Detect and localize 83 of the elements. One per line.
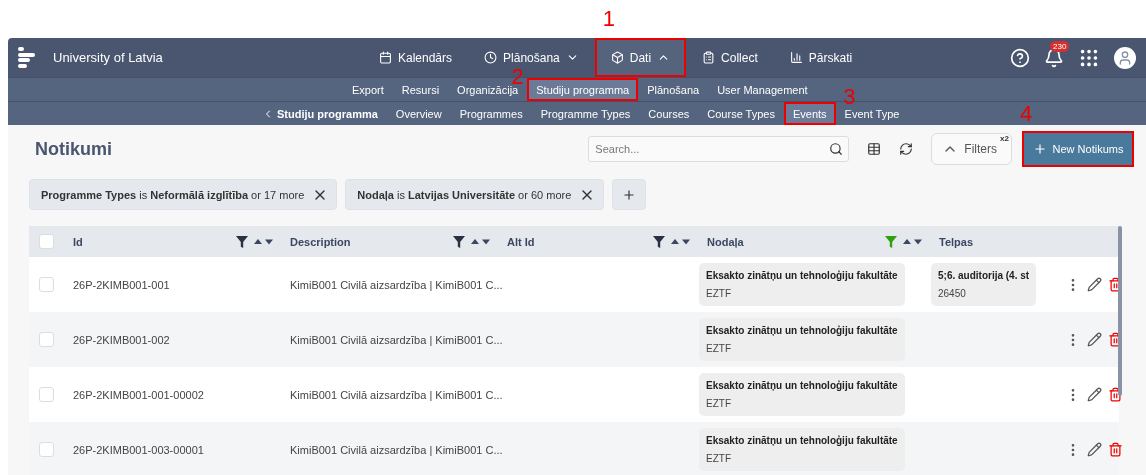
refresh-icon[interactable] — [899, 142, 914, 156]
filter-icon[interactable] — [236, 235, 248, 248]
tag-title: Eksakto zinātņu un tehnoloģiju fakultāte — [706, 325, 898, 336]
subnav-tab[interactable]: Plānošana — [638, 78, 709, 101]
nav-menu-item[interactable]: Dati — [594, 38, 687, 77]
nav-menu-item[interactable]: Kalendārs — [363, 38, 469, 77]
filter-chip[interactable]: Programme Types is Neformālā izglītība or 17 more — [29, 179, 338, 210]
section-tab[interactable]: Events — [783, 102, 836, 125]
subnav-tab[interactable]: Resursi — [392, 78, 449, 101]
user-avatar[interactable] — [1114, 46, 1136, 69]
calendar-icon — [379, 51, 392, 64]
column-header: Telpas — [939, 235, 975, 248]
sort-icon[interactable] — [471, 238, 491, 245]
filter-chip-text: Programme Types is Neformālā izglītība or 17 more — [41, 188, 305, 201]
nav-menu-item[interactable]: Collect — [686, 38, 774, 77]
filters-button[interactable]: Filters x2 — [931, 133, 1012, 165]
search-icon[interactable] — [829, 142, 844, 156]
row-checkbox[interactable] — [39, 387, 54, 402]
column-header: Id — [73, 235, 84, 248]
subnav-tab[interactable]: Export — [343, 78, 393, 101]
add-filter-button[interactable] — [612, 179, 647, 210]
callout-number: 2 — [511, 66, 524, 88]
column-header: Alt Id — [507, 235, 536, 248]
section-tab[interactable]: Programme Types — [531, 102, 640, 125]
tag-title: Eksakto zinātņu un tehnoloģiju fakultāte — [706, 435, 898, 446]
clipboard-icon — [702, 51, 716, 64]
notification-count: 230 — [1050, 40, 1070, 52]
plus-icon — [622, 187, 637, 202]
notifications-button[interactable] — [1044, 47, 1064, 68]
callout-number: 1 — [602, 8, 615, 30]
section-tab[interactable]: Course Types — [698, 102, 784, 125]
tag-code: EZTF — [706, 453, 732, 464]
table-cell-text: 26P-2KIMB001-001-00002 — [72, 388, 205, 401]
filter-count-label: x2 — [1000, 134, 1009, 143]
new-button[interactable]: New Notikums — [1024, 133, 1132, 165]
bar-chart-icon — [789, 51, 803, 64]
table-cell-text: 26P-2KIMB001-001 — [72, 278, 171, 291]
clock-icon — [484, 51, 498, 64]
delete-icon[interactable] — [1108, 442, 1123, 457]
callout-number: 3 — [843, 86, 856, 108]
search-field[interactable]: Search... — [588, 136, 850, 162]
filter-chip[interactable]: Nodaļa is Latvijas Universitāte or 60 more — [345, 179, 605, 210]
edit-icon[interactable] — [1087, 387, 1102, 402]
table-cell-text: 26P-2KIMB001-002 — [72, 333, 171, 346]
logo-icon — [18, 47, 35, 68]
edit-icon[interactable] — [1087, 442, 1102, 457]
tag-title: Eksakto zinātņu un tehnoloģiju fakultāte — [706, 380, 898, 391]
tag-title: 5;6. auditorija (4. st — [938, 270, 1030, 281]
select-all-checkbox[interactable] — [39, 234, 54, 249]
filter-icon[interactable] — [653, 235, 665, 248]
app-title: University of Latvia — [53, 50, 163, 65]
tag-title: Eksakto zinātņu un tehnoloģiju fakultāte — [706, 270, 898, 281]
page-title: Notikumi — [35, 138, 113, 160]
column-header: Nodaļa — [707, 235, 745, 248]
subnav-tab[interactable]: Studiju programma — [527, 78, 639, 101]
tag-code: EZTF — [706, 343, 732, 354]
back-link[interactable]: Studiju programma — [253, 102, 387, 125]
sort-icon[interactable] — [671, 238, 691, 245]
edit-icon[interactable] — [1087, 277, 1102, 292]
table-view-icon[interactable] — [867, 142, 882, 156]
tag-code: EZTF — [706, 288, 732, 299]
section-tab[interactable]: Courses — [639, 102, 699, 125]
scrollbar[interactable] — [1118, 226, 1122, 396]
edit-icon[interactable] — [1087, 332, 1102, 347]
subnav-tab[interactable]: User Management — [708, 78, 817, 101]
section-tab[interactable]: Overview — [386, 102, 451, 125]
row-checkbox[interactable] — [39, 332, 54, 347]
row-checkbox[interactable] — [39, 442, 54, 457]
cube-icon — [610, 51, 624, 64]
help-icon[interactable] — [1010, 47, 1030, 68]
column-header: Description — [290, 235, 352, 248]
sort-icon[interactable] — [254, 238, 274, 245]
row-checkbox[interactable] — [39, 277, 54, 292]
plus-icon — [1032, 142, 1047, 156]
sort-icon[interactable] — [903, 238, 923, 245]
callout-number: 4 — [1020, 103, 1033, 125]
tag-code: EZTF — [706, 398, 732, 409]
filter-chip-text: Nodaļa is Latvijas Universitāte or 60 more — [357, 188, 572, 201]
filter-icon[interactable] — [453, 235, 465, 248]
nav-menu-item[interactable]: Pārskati — [773, 38, 869, 77]
section-tab[interactable]: Programmes — [450, 102, 532, 125]
table-cell-text: 26P-2KIMB001-003-00001 — [72, 443, 205, 456]
tag-code: 26450 — [938, 288, 967, 299]
